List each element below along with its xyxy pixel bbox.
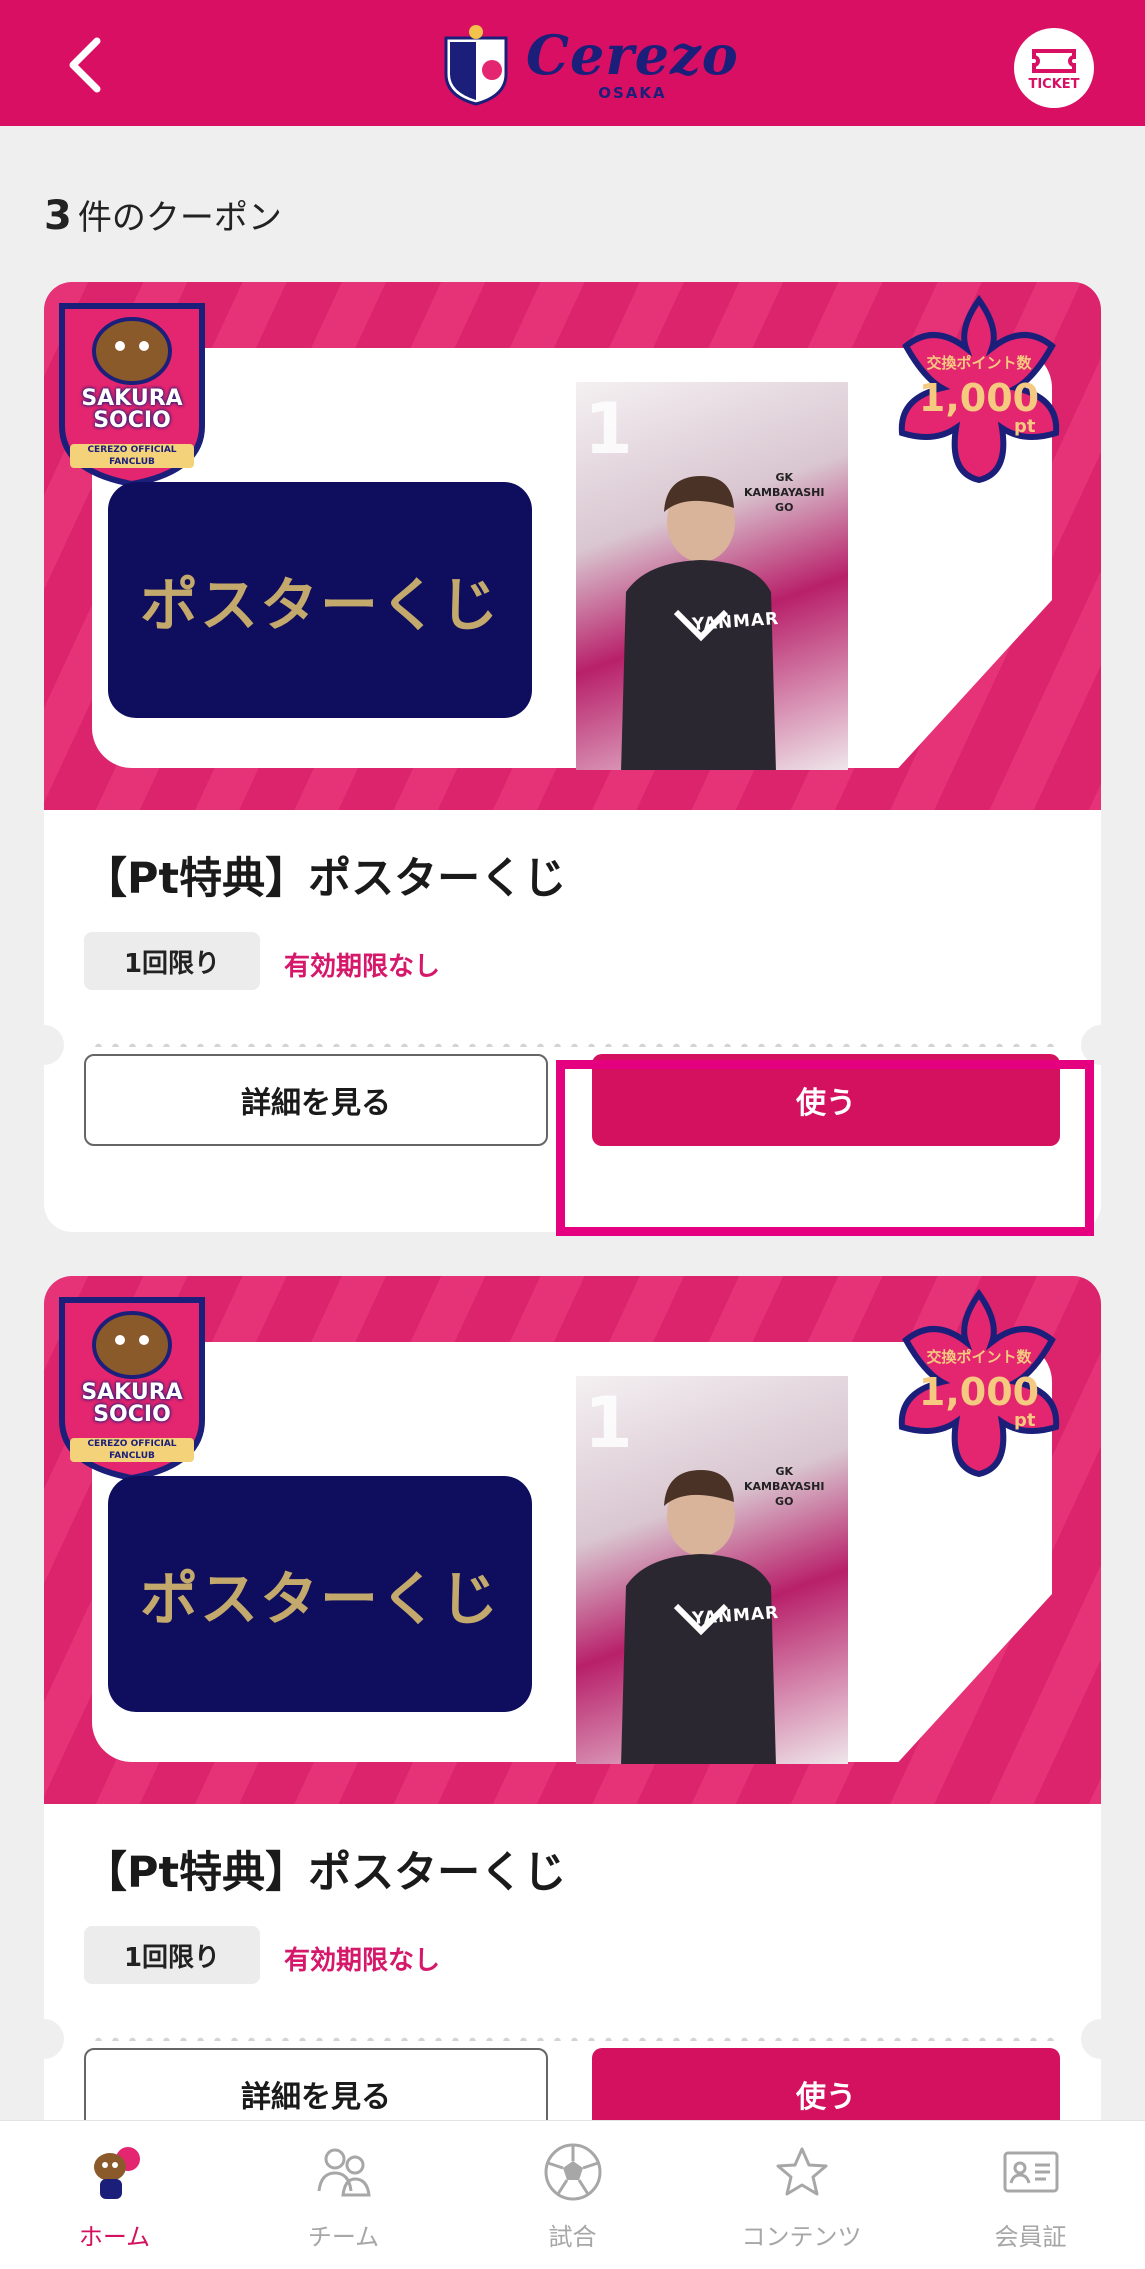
points-value: 1,000 <box>918 376 1040 420</box>
expiry-text: 有効期限なし <box>284 952 441 982</box>
lottery-label-box: ポスターくじ <box>108 482 532 718</box>
coupon-title: 【Pt特典】ポスターくじ <box>84 1848 567 1898</box>
coupon-card: SAKURA SOCIO CEREZO OFFICIAL FANCLUB ポスタ… <box>44 282 1101 1232</box>
nav-home[interactable]: ホーム <box>0 2121 229 2269</box>
player-poster: 1 GK KAMBAYASHI GO YANMAR <box>576 1376 848 1764</box>
lottery-label-box: ポスターくじ <box>108 1476 532 1712</box>
fanclub-name: SAKURA SOCIO <box>81 386 183 433</box>
player-poster: 1 GK KAMBAYASHI GO YANMAR <box>576 382 848 770</box>
fanclub-sub: CEREZO OFFICIAL FANCLUB <box>70 1438 194 1462</box>
nav-label: チーム <box>307 2223 380 2251</box>
coupon-card: SAKURA SOCIO CEREZO OFFICIAL FANCLUB ポスタ… <box>44 1276 1101 2226</box>
club-crest-icon <box>444 25 508 106</box>
banner-text: ポスターくじ <box>139 571 500 639</box>
nav-team[interactable]: チーム <box>229 2121 458 2269</box>
member-card-icon <box>1003 2151 1058 2193</box>
points-value: 1,000 <box>918 1370 1040 1414</box>
usage-limit-badge: 1回限り <box>84 932 260 990</box>
view-details-button[interactable]: 詳細を見る <box>84 1054 548 1146</box>
player-name: GK KAMBAYASHI GO <box>744 1465 825 1508</box>
club-logo: Cerezo OSAKA <box>440 20 739 110</box>
nav-label: 試合 <box>548 2223 597 2251</box>
player-name: GK KAMBAYASHI GO <box>744 471 825 514</box>
jersey-number: 1 <box>584 1382 633 1464</box>
banner-text: ポスターくじ <box>139 1565 500 1633</box>
points-label: 交換ポイント数 <box>926 354 1032 372</box>
nav-label: 会員証 <box>994 2223 1067 2251</box>
nav-match[interactable]: 試合 <box>458 2121 687 2269</box>
ticket-icon <box>1032 48 1076 73</box>
bottom-nav: ホーム チーム 試合 コンテンツ 会員証 <box>0 2120 1145 2269</box>
fanclub-logo: SAKURA SOCIO CEREZO OFFICIAL FANCLUB <box>52 296 212 488</box>
coupon-count-suffix: 件のクーポン <box>77 198 282 238</box>
chevron-left-icon <box>69 37 101 93</box>
coupon-count: 3 件のクーポン <box>44 190 282 239</box>
soccer-ball-icon <box>544 2143 601 2201</box>
expiry-text: 有効期限なし <box>284 1946 441 1976</box>
mascot-icon <box>93 2147 140 2199</box>
ticket-label: TICKET <box>1028 76 1080 92</box>
card-perforation <box>24 2019 1121 2059</box>
nav-label: コンテンツ <box>741 2223 862 2251</box>
team-icon <box>317 2148 371 2197</box>
fanclub-sub: CEREZO OFFICIAL FANCLUB <box>70 444 194 468</box>
brand-name: Cerezo <box>526 23 739 87</box>
coupon-banner: SAKURA SOCIO CEREZO OFFICIAL FANCLUB ポスタ… <box>44 1276 1101 1804</box>
brand-sub: OSAKA <box>598 84 667 102</box>
coupon-title: 【Pt特典】ポスターくじ <box>84 854 567 904</box>
points-label: 交換ポイント数 <box>926 1348 1032 1366</box>
nav-member-card[interactable]: 会員証 <box>916 2121 1145 2269</box>
ticket-button[interactable]: TICKET <box>1014 28 1094 108</box>
back-button[interactable] <box>50 30 120 100</box>
jersey-number: 1 <box>584 388 633 470</box>
fanclub-name: SAKURA SOCIO <box>81 1380 183 1427</box>
app-header: Cerezo OSAKA TICKET <box>0 0 1145 126</box>
star-icon <box>776 2147 827 2196</box>
nav-contents[interactable]: コンテンツ <box>687 2121 916 2269</box>
usage-limit-badge: 1回限り <box>84 1926 260 1984</box>
points-badge: 交換ポイント数 1,000 pt <box>874 288 1084 488</box>
card-perforation <box>24 1025 1121 1065</box>
coupon-banner: SAKURA SOCIO CEREZO OFFICIAL FANCLUB ポスタ… <box>44 282 1101 810</box>
use-coupon-button[interactable]: 使う <box>592 1054 1060 1146</box>
points-unit: pt <box>1014 1410 1036 1431</box>
points-badge: 交換ポイント数 1,000 pt <box>874 1282 1084 1482</box>
coupon-count-number: 3 <box>44 193 72 239</box>
fanclub-logo: SAKURA SOCIO CEREZO OFFICIAL FANCLUB <box>52 1290 212 1482</box>
points-unit: pt <box>1014 416 1036 437</box>
nav-label: ホーム <box>78 2223 151 2251</box>
